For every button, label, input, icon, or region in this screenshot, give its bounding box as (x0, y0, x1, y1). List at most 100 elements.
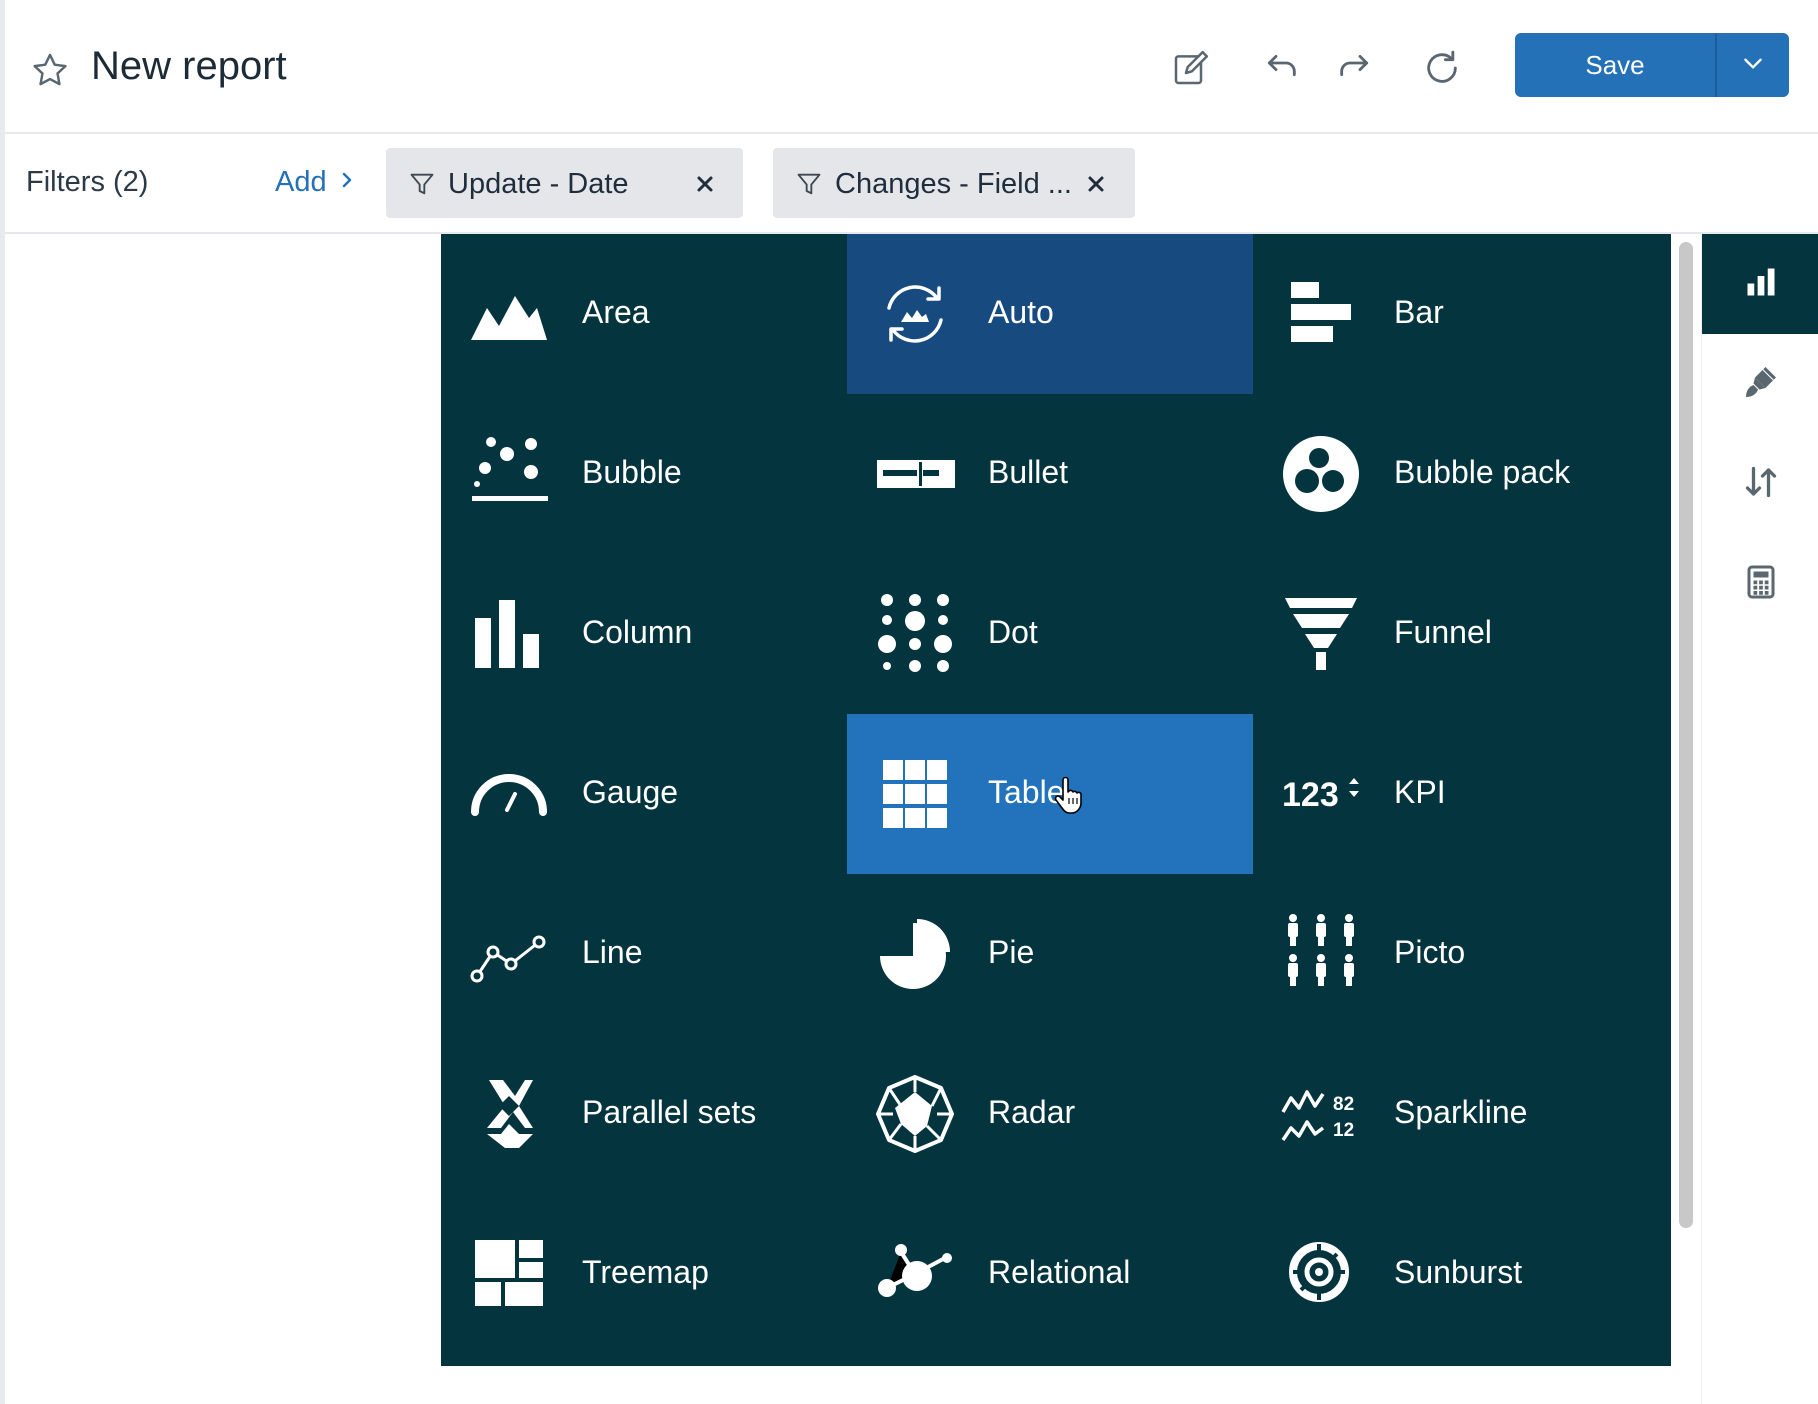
chart-type-radar[interactable]: Radar (847, 1034, 1253, 1194)
star-icon[interactable] (29, 50, 71, 92)
auto-chart-icon (875, 274, 955, 354)
column-chart-icon (469, 594, 549, 674)
chart-type-label: KPI (1394, 774, 1446, 810)
chart-type-label: Funnel (1394, 614, 1492, 650)
add-filter-link[interactable]: Add (275, 166, 355, 199)
add-filter-label: Add (275, 166, 327, 198)
parallel-sets-icon (469, 1074, 549, 1154)
chart-type-label: Bubble pack (1394, 454, 1571, 490)
pie-chart-icon (875, 914, 955, 994)
chart-type-label: Gauge (582, 774, 679, 810)
chart-type-bullet[interactable]: Bullet (847, 394, 1253, 554)
chart-type-icon (1743, 264, 1779, 305)
line-chart-icon (469, 914, 549, 994)
filters-bar: Filters (2) Add Update - Date Changes - … (5, 136, 1818, 234)
chart-type-label: Relational (988, 1254, 1131, 1290)
chart-type-label: Line (582, 934, 643, 970)
dot-chart-icon (875, 594, 955, 674)
bullet-chart-icon (875, 434, 955, 514)
chart-type-label: Bubble (582, 454, 682, 490)
treemap-icon (469, 1234, 549, 1314)
chart-type-label: Bar (1394, 294, 1444, 330)
refresh-icon[interactable] (1418, 44, 1466, 92)
redo-icon[interactable] (1331, 44, 1379, 92)
chart-type-label: Area (582, 294, 650, 330)
gauge-chart-icon (469, 754, 549, 834)
chart-type-label: Sparkline (1394, 1094, 1528, 1130)
chart-type-tab[interactable] (1702, 234, 1818, 334)
filter-chip-label: Update - Date (448, 168, 629, 200)
chart-type-pie[interactable]: Pie (847, 874, 1253, 1034)
calculation-tab[interactable] (1702, 534, 1818, 634)
chart-type-label: Picto (1394, 934, 1466, 970)
picker-scrollbar-thumb[interactable] (1679, 242, 1693, 1228)
chart-type-parallel-sets[interactable]: Parallel sets (441, 1034, 847, 1194)
picto-chart-icon (1281, 914, 1361, 994)
undo-icon[interactable] (1257, 44, 1305, 92)
chart-type-relational[interactable]: Relational (847, 1194, 1253, 1354)
svg-text:123: 123 (1282, 776, 1339, 814)
chart-type-label: Treemap (582, 1254, 709, 1290)
report-title[interactable]: New report (91, 44, 287, 89)
radar-chart-icon (875, 1074, 955, 1154)
format-tab[interactable] (1702, 334, 1818, 434)
chart-type-line[interactable]: Line (441, 874, 847, 1034)
bubble-pack-icon (1281, 434, 1361, 514)
chevron-down-icon (1740, 50, 1766, 81)
chart-type-auto[interactable]: Auto (847, 234, 1253, 394)
chart-type-treemap[interactable]: Treemap (441, 1194, 847, 1354)
chart-type-area[interactable]: Area (441, 234, 847, 394)
chart-type-label: Parallel sets (582, 1094, 757, 1130)
chart-type-gauge[interactable]: Gauge (441, 714, 847, 874)
chart-type-dot[interactable]: Dot (847, 554, 1253, 714)
calculator-icon (1743, 564, 1779, 605)
save-button[interactable]: Save (1515, 33, 1715, 97)
filters-count-label: Filters (2) (26, 166, 149, 198)
chart-type-label: Radar (988, 1094, 1076, 1130)
kpi-icon: 123 (1281, 754, 1361, 834)
chart-type-sparkline[interactable]: 82 12 Sparkline (1253, 1034, 1659, 1194)
chart-type-label: Auto (988, 294, 1054, 330)
svg-text:82: 82 (1333, 1094, 1354, 1115)
filter-chip-update-date[interactable]: Update - Date (386, 148, 743, 218)
area-chart-icon (469, 274, 549, 354)
hand-cursor-icon (1054, 776, 1084, 816)
report-header: New report Save (5, 0, 1818, 134)
chart-type-label: Bullet (988, 454, 1069, 490)
chart-type-bubble-pack[interactable]: Bubble pack (1253, 394, 1659, 554)
paintbrush-icon (1743, 364, 1779, 405)
bar-chart-icon (1281, 274, 1361, 354)
svg-text:12: 12 (1333, 1120, 1354, 1141)
chart-type-bubble[interactable]: Bubble (441, 394, 847, 554)
chart-type-bar[interactable]: Bar (1253, 234, 1659, 394)
save-button-group: Save (1515, 33, 1789, 97)
edit-icon[interactable] (1167, 44, 1215, 92)
chart-type-label: Pie (988, 934, 1035, 970)
chart-type-table[interactable]: Table (847, 714, 1253, 874)
filter-chip-changes-field[interactable]: Changes - Field ... (773, 148, 1135, 218)
filter-icon (795, 170, 823, 198)
chevron-right-icon (339, 166, 355, 199)
chart-type-column[interactable]: Column (441, 554, 847, 714)
chart-type-label: Dot (988, 614, 1038, 650)
filter-chip-label: Changes - Field ... (835, 168, 1072, 200)
chart-type-sunburst[interactable]: Sunburst (1253, 1194, 1659, 1354)
chart-type-label: Sunburst (1394, 1254, 1523, 1290)
close-icon[interactable] (1085, 173, 1107, 195)
bubble-chart-icon (469, 434, 549, 514)
sort-tab[interactable] (1702, 434, 1818, 534)
funnel-chart-icon (1281, 594, 1361, 674)
filter-icon (408, 170, 436, 198)
chart-type-kpi[interactable]: 123 KPI (1253, 714, 1659, 874)
chart-type-label: Column (582, 614, 693, 650)
close-icon[interactable] (694, 173, 716, 195)
sort-icon (1743, 464, 1779, 505)
sparkline-icon: 82 12 (1281, 1074, 1361, 1154)
table-chart-icon (875, 754, 955, 834)
chart-type-funnel[interactable]: Funnel (1253, 554, 1659, 714)
right-tool-panel (1701, 234, 1818, 1404)
save-options-button[interactable] (1717, 33, 1789, 97)
relational-chart-icon (875, 1234, 955, 1314)
sunburst-chart-icon (1281, 1234, 1361, 1314)
chart-type-picto[interactable]: Picto (1253, 874, 1659, 1034)
